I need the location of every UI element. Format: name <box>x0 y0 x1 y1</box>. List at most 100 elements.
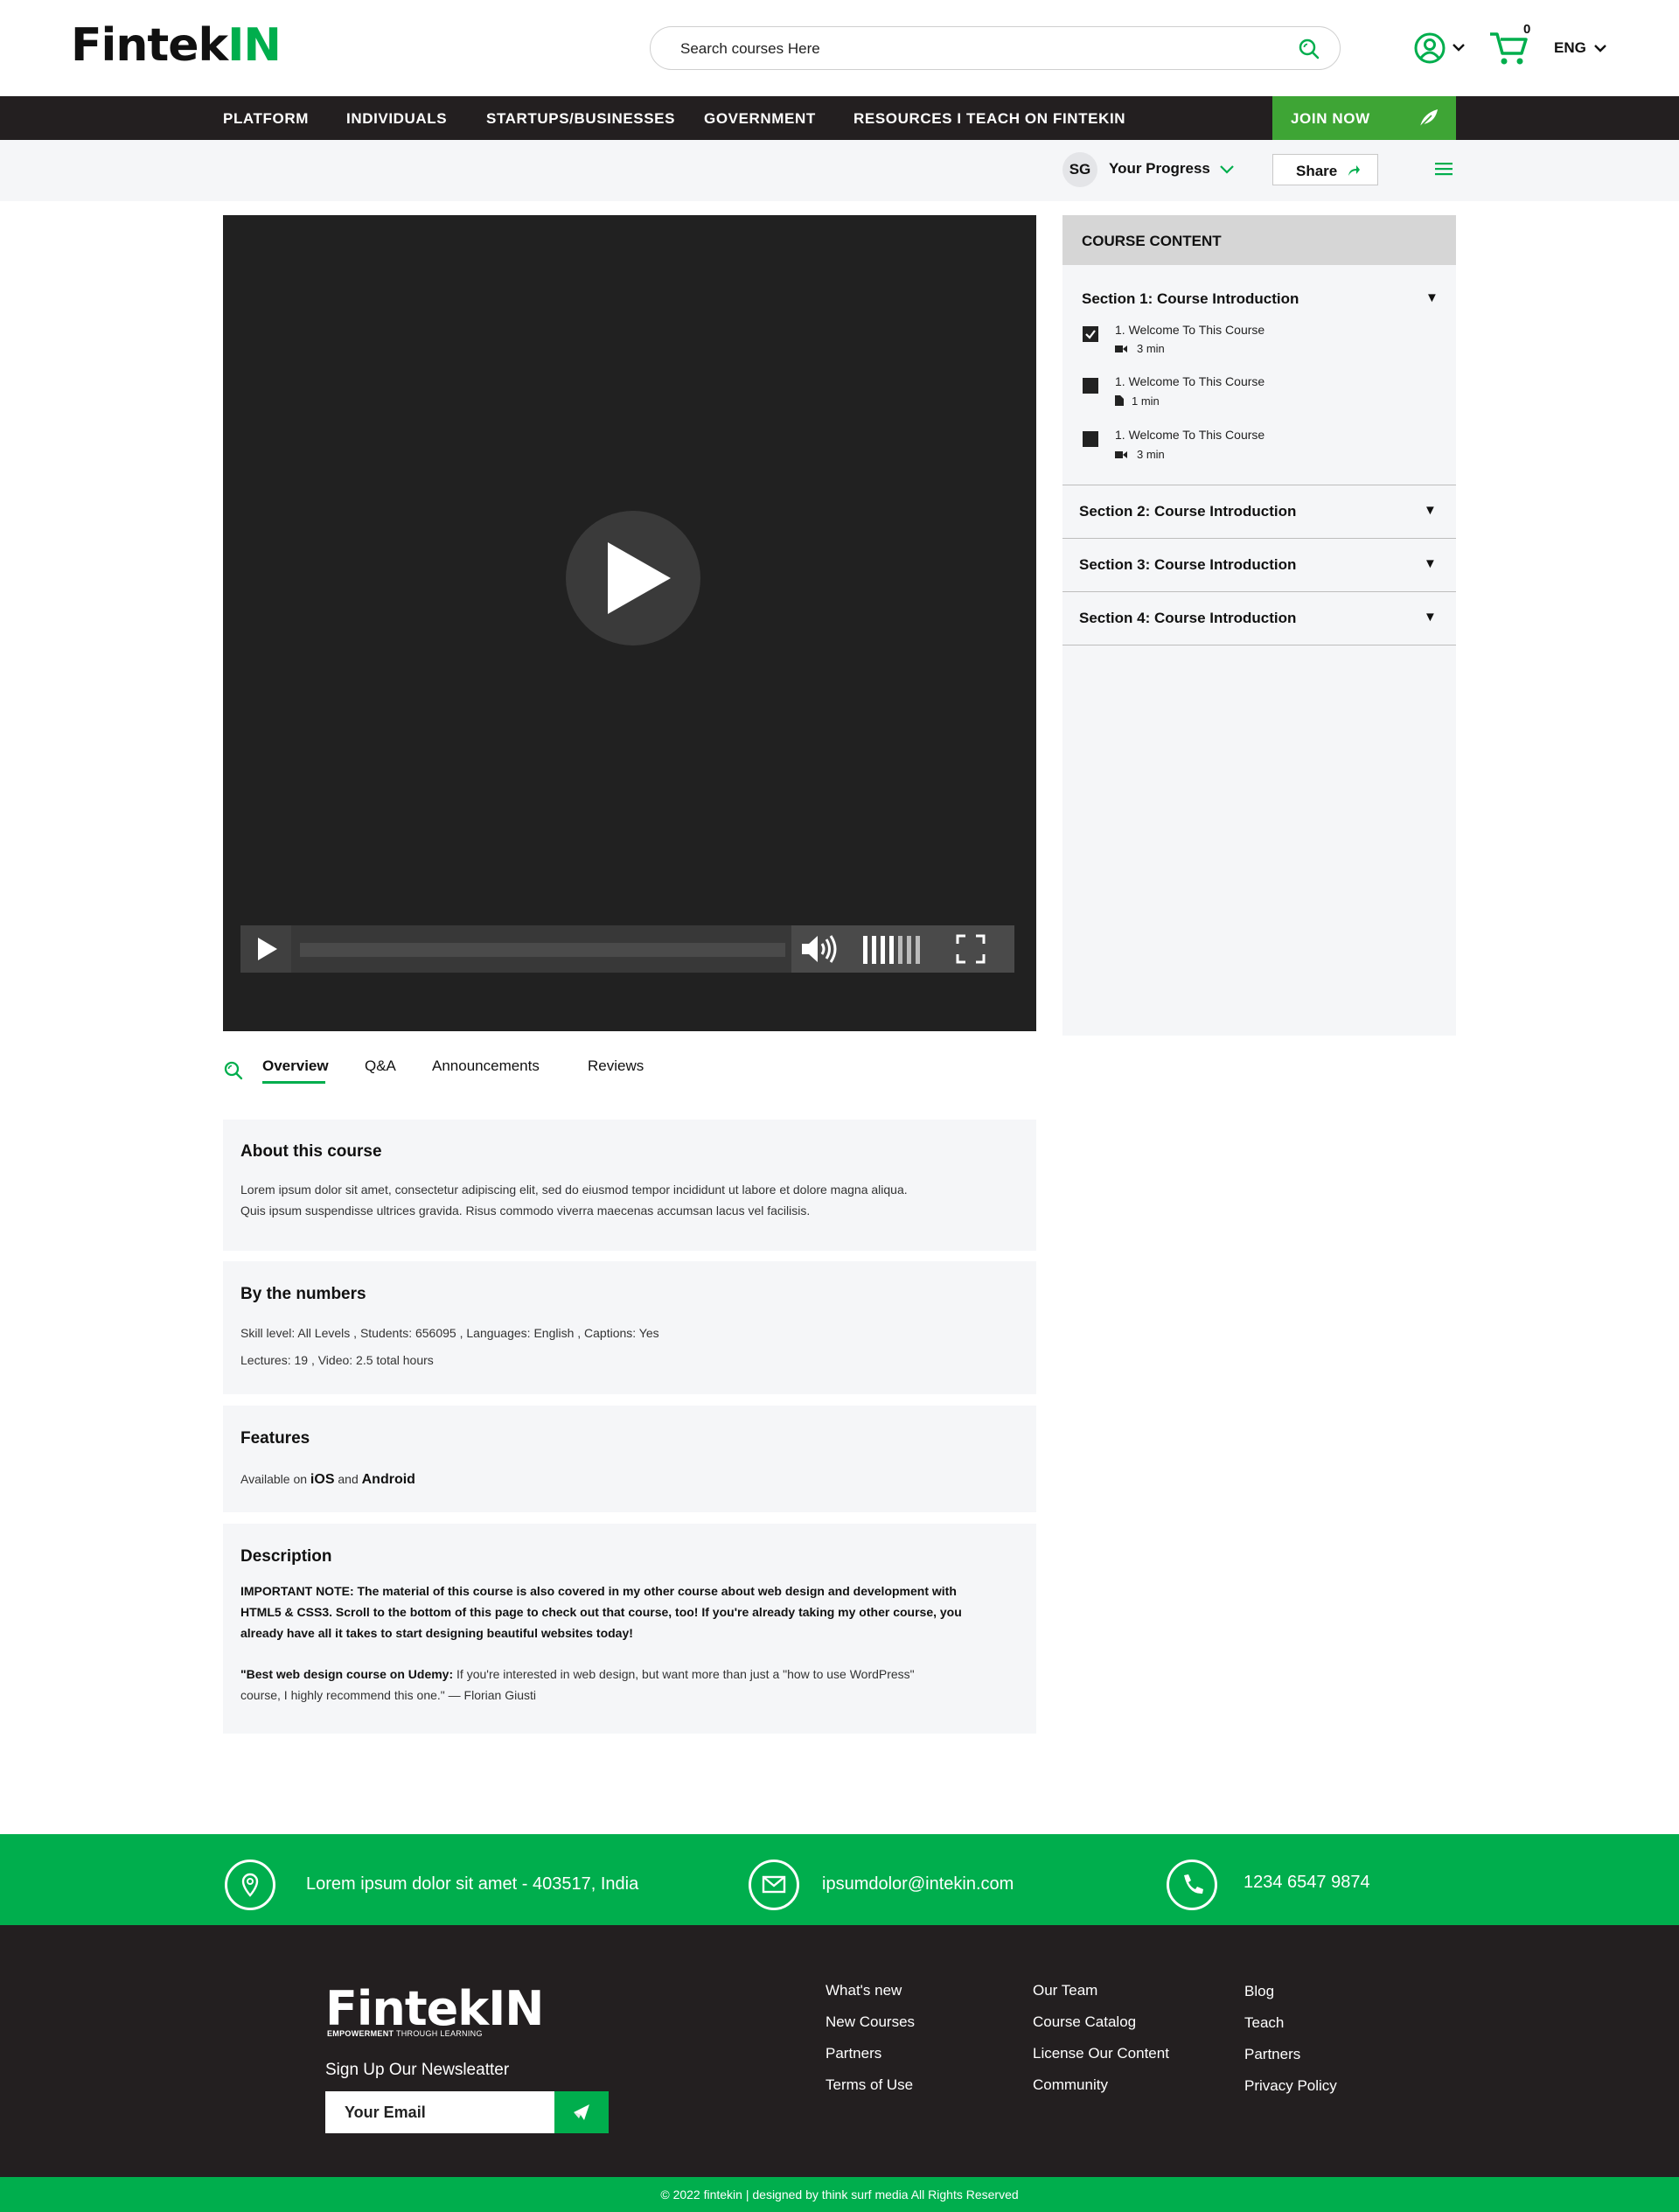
footer-link-community[interactable]: Community <box>1033 2076 1108 2094</box>
big-play-button[interactable] <box>566 511 700 645</box>
about-line-1: Lorem ipsum dolor sit amet, consectetur … <box>240 1183 908 1197</box>
nav-resources[interactable]: RESOURCES I TEACH ON FINTEKIN <box>853 110 1125 128</box>
contact-phone[interactable]: 1234 6547 9874 <box>1244 1873 1370 1893</box>
footer-link-partners-2[interactable]: Partners <box>1244 2046 1300 2063</box>
expand-arrow-icon[interactable]: ▼ <box>1424 556 1437 571</box>
newsletter-submit-button[interactable] <box>554 2091 609 2133</box>
footer-link-our-team[interactable]: Our Team <box>1033 1982 1097 1999</box>
chevron-down-icon[interactable] <box>1593 43 1607 53</box>
phone-icon <box>1167 1860 1217 1910</box>
lesson-duration: 3 min <box>1137 448 1165 461</box>
nav-government[interactable]: GOVERNMENT <box>704 110 816 128</box>
location-icon <box>225 1860 275 1910</box>
nav-platform[interactable]: PLATFORM <box>223 110 309 128</box>
search-input[interactable] <box>680 38 1275 60</box>
join-now-button[interactable]: JOIN NOW <box>1272 96 1456 140</box>
share-arrow-icon <box>1348 165 1360 176</box>
site-header: FintekIN 0 ENG <box>0 0 1679 96</box>
lesson-title[interactable]: 1. Welcome To This Course <box>1115 323 1264 337</box>
copyright-bar: © 2022 fintekin | designed by think surf… <box>0 2177 1679 2212</box>
nav-individuals[interactable]: INDIVIDUALS <box>346 110 447 128</box>
lesson-duration: 3 min <box>1137 342 1165 355</box>
mail-icon <box>749 1860 799 1910</box>
site-footer: FintekIN EMPOWERMENT THROUGH LEARNING Si… <box>0 1925 1679 2177</box>
expand-arrow-icon[interactable]: ▼ <box>1425 290 1439 305</box>
volume-level-slider[interactable] <box>863 936 930 964</box>
features-text: Available on iOS and Android <box>240 1472 415 1487</box>
section-3-title[interactable]: Section 3: Course Introduction <box>1079 556 1296 574</box>
newsletter-email-input[interactable] <box>325 2091 554 2133</box>
tab-announcements[interactable]: Announcements <box>432 1057 540 1075</box>
lesson-title[interactable]: 1. Welcome To This Course <box>1115 374 1264 388</box>
search-icon[interactable] <box>223 1060 244 1081</box>
send-icon <box>574 2104 589 2120</box>
your-progress-dropdown[interactable]: Your Progress <box>1109 160 1210 178</box>
active-tab-indicator <box>262 1081 325 1084</box>
tab-qa[interactable]: Q&A <box>365 1057 396 1075</box>
about-panel: About this course Lorem ipsum dolor sit … <box>223 1120 1036 1251</box>
user-icon[interactable] <box>1413 31 1446 65</box>
section-divider <box>1062 591 1456 592</box>
share-button[interactable]: Share <box>1272 154 1378 185</box>
leaf-icon <box>1419 109 1438 128</box>
section-divider <box>1062 538 1456 539</box>
footer-link-privacy[interactable]: Privacy Policy <box>1244 2077 1337 2095</box>
fullscreen-icon[interactable] <box>956 934 986 964</box>
footer-link-new-courses[interactable]: New Courses <box>826 2013 915 2031</box>
footer-link-whats-new[interactable]: What's new <box>826 1982 902 1999</box>
footer-link-course-catalog[interactable]: Course Catalog <box>1033 2013 1136 2031</box>
lesson-duration: 1 min <box>1132 394 1160 408</box>
footer-link-blog[interactable]: Blog <box>1244 1983 1274 2000</box>
contact-bar: Lorem ipsum dolor sit amet - 403517, Ind… <box>0 1834 1679 1925</box>
contact-email[interactable]: ipsumdolor@intekin.com <box>822 1874 1014 1895</box>
tab-overview[interactable]: Overview <box>262 1057 329 1075</box>
video-player[interactable] <box>223 215 1036 1031</box>
section-2-title[interactable]: Section 2: Course Introduction <box>1079 503 1296 520</box>
search-box <box>650 26 1341 70</box>
numbers-title: By the numbers <box>240 1285 366 1303</box>
nav-startups-businesses[interactable]: STARTUPS/BUSINESSES <box>486 110 675 128</box>
contact-address: Lorem ipsum dolor sit amet - 403517, Ind… <box>306 1874 639 1894</box>
lesson-checkbox[interactable] <box>1083 326 1098 342</box>
cart-count-badge: 0 <box>1523 22 1531 37</box>
chevron-down-icon[interactable] <box>1219 164 1235 175</box>
description-quote-2: course, I highly recommend this one." — … <box>240 1688 536 1702</box>
footer-tagline: EMPOWERMENT THROUGH LEARNING <box>327 2029 483 2038</box>
section-4-title[interactable]: Section 4: Course Introduction <box>1079 610 1296 627</box>
description-note-1: IMPORTANT NOTE: The material of this cou… <box>240 1584 957 1598</box>
tab-reviews[interactable]: Reviews <box>588 1057 644 1075</box>
lesson-checkbox[interactable] <box>1083 378 1098 394</box>
search-icon[interactable] <box>1298 38 1320 60</box>
avatar[interactable]: SG <box>1062 152 1097 187</box>
menu-icon[interactable] <box>1435 161 1453 177</box>
description-note-3: already have all it takes to start desig… <box>240 1626 633 1640</box>
course-content-header: COURSE CONTENT <box>1062 215 1456 265</box>
footer-link-teach[interactable]: Teach <box>1244 2014 1284 2032</box>
play-icon <box>258 938 277 960</box>
lesson-title[interactable]: 1. Welcome To This Course <box>1115 428 1264 442</box>
footer-logo[interactable]: FintekIN <box>325 1981 544 2036</box>
section-1-title[interactable]: Section 1: Course Introduction <box>1082 290 1299 308</box>
expand-arrow-icon[interactable]: ▼ <box>1424 610 1437 625</box>
course-toolbar <box>0 140 1679 201</box>
language-selector[interactable]: ENG <box>1554 39 1586 57</box>
footer-link-partners[interactable]: Partners <box>826 2045 881 2062</box>
play-icon <box>608 542 671 614</box>
about-line-2: Quis ipsum suspendisse ultrices gravida.… <box>240 1204 811 1218</box>
chevron-down-icon[interactable] <box>1452 42 1466 52</box>
numbers-panel: By the numbers Skill level: All Levels ,… <box>223 1261 1036 1394</box>
expand-arrow-icon[interactable]: ▼ <box>1424 503 1437 518</box>
control-play-button[interactable] <box>240 925 291 973</box>
about-title: About this course <box>240 1142 382 1161</box>
lesson-checkbox[interactable] <box>1083 431 1098 447</box>
video-icon <box>1115 345 1127 352</box>
numbers-line-1: Skill level: All Levels , Students: 6560… <box>240 1326 659 1340</box>
course-content-sidebar: COURSE CONTENT Section 1: Course Introdu… <box>1062 215 1456 1036</box>
site-logo[interactable]: FintekIN <box>71 19 282 72</box>
footer-link-license[interactable]: License Our Content <box>1033 2045 1169 2062</box>
progress-slider[interactable] <box>300 943 785 957</box>
footer-link-terms[interactable]: Terms of Use <box>826 2076 913 2094</box>
volume-icon[interactable] <box>800 934 844 964</box>
description-title: Description <box>240 1547 332 1566</box>
description-note-2: HTML5 & CSS3. Scroll to the bottom of th… <box>240 1605 962 1619</box>
